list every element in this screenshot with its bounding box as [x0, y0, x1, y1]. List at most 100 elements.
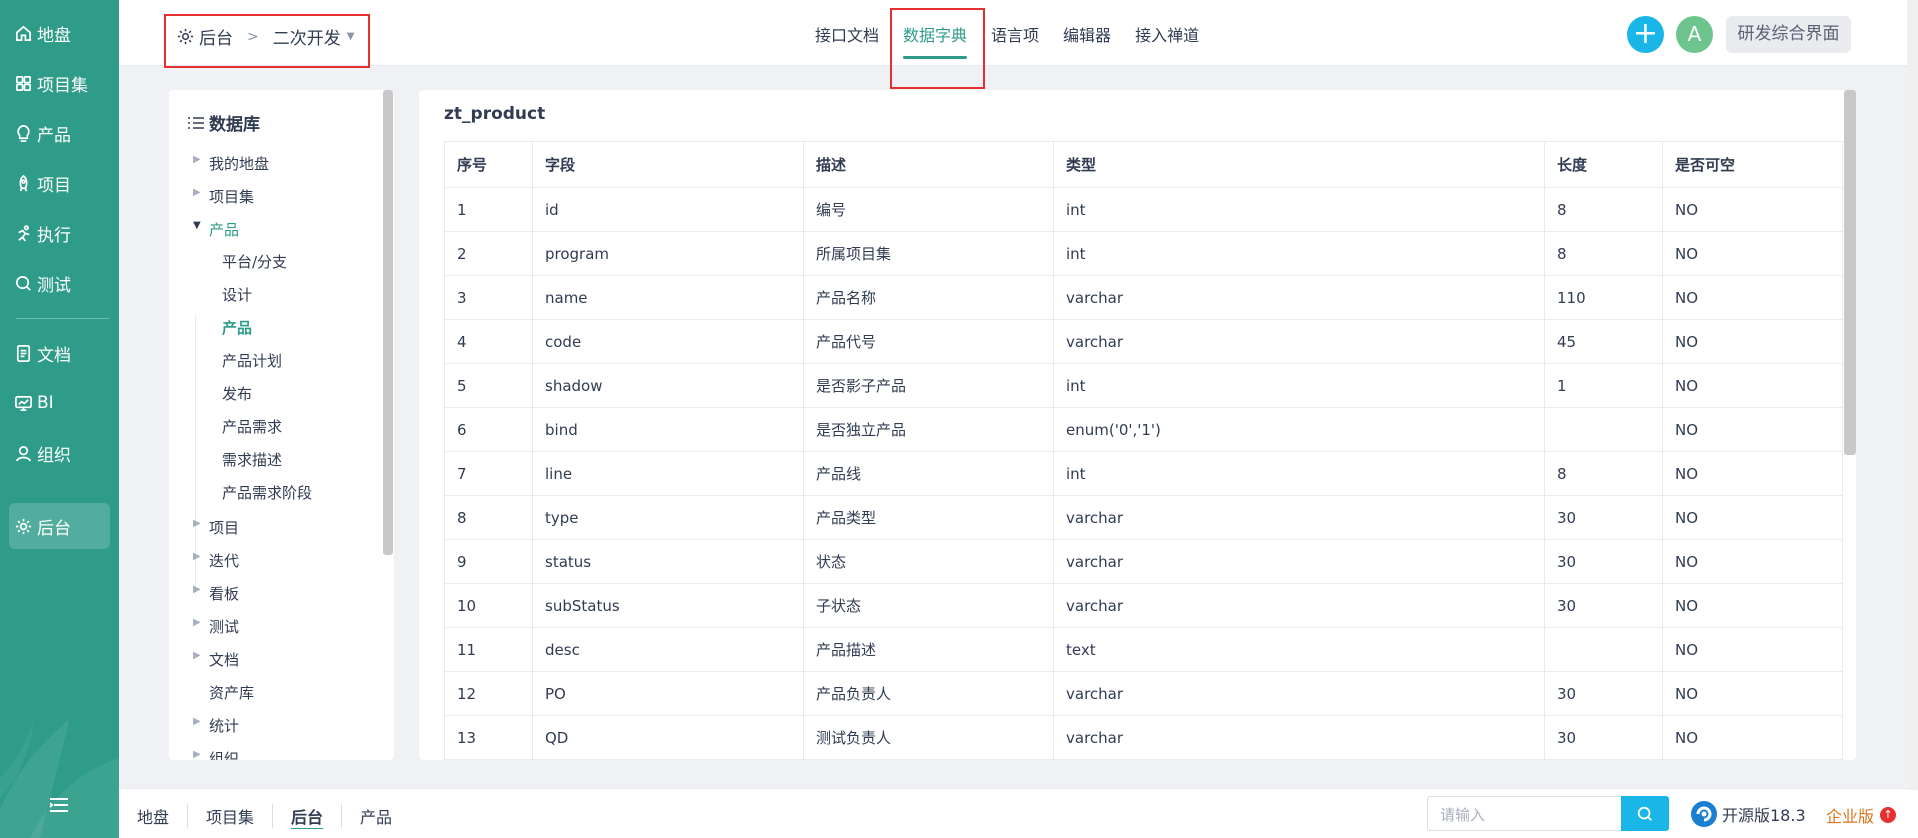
tree-item-label: 资产库: [209, 684, 255, 702]
table-row: 5 shadow 是否影子产品 int 1 NO: [444, 363, 1843, 408]
tree-item-stats[interactable]: ▶ 统计: [193, 715, 239, 736]
table-row: 11 desc 产品描述 text NO: [444, 627, 1843, 672]
cell-field: status: [532, 539, 804, 584]
tree-item-story-spec[interactable]: 需求描述: [222, 449, 282, 470]
cell-description: 所属项目集: [803, 231, 1054, 276]
tree-title: 数据库: [187, 110, 260, 135]
caret-right-icon: ▶: [193, 749, 201, 760]
table-scrollbar[interactable]: [1844, 90, 1856, 455]
cell-field: bind: [532, 407, 804, 452]
cell-description: 发布负责人: [803, 759, 1054, 760]
table-row: 3 name 产品名称 varchar 110 NO: [444, 275, 1843, 320]
person-icon: [16, 445, 31, 461]
table-row: 4 code 产品代号 varchar 45 NO: [444, 319, 1843, 364]
cell-nullable: NO: [1662, 627, 1843, 672]
breadcrumb-current[interactable]: 二次开发: [273, 24, 341, 49]
page-scrollbar[interactable]: [1907, 0, 1918, 790]
cell-description: 子状态: [803, 583, 1054, 628]
search-input[interactable]: 请输入: [1427, 796, 1621, 831]
workbench-switch-button[interactable]: 研发综合界面: [1726, 16, 1851, 53]
tree-item-product-active[interactable]: 产品: [222, 317, 252, 338]
cell-nullable: NO: [1662, 187, 1843, 232]
cell-nullable: NO: [1662, 495, 1843, 540]
nav-item-product[interactable]: 产品: [14, 120, 71, 146]
nav-item-programs[interactable]: 项目集: [14, 70, 88, 96]
cell-type: varchar: [1053, 583, 1545, 628]
tree-item-product-plan[interactable]: 产品计划: [222, 350, 282, 371]
tree-item-project[interactable]: ▶ 项目: [193, 517, 240, 538]
gear-icon: [177, 28, 194, 45]
nav-item-admin[interactable]: 后台: [14, 513, 71, 539]
tree-scrollbar[interactable]: [383, 90, 393, 555]
search-icon: [1637, 806, 1652, 821]
footer-crumb-admin[interactable]: 后台: [272, 804, 341, 828]
menu-toggle-icon[interactable]: [48, 795, 70, 815]
tab-editor[interactable]: 编辑器: [1063, 22, 1111, 46]
cell-length: 30: [1544, 715, 1663, 760]
nav-item-org[interactable]: 组织: [14, 440, 71, 466]
tree-item-iteration[interactable]: ▶ 迭代: [193, 550, 239, 571]
avatar[interactable]: A: [1676, 16, 1713, 53]
footer-crumb-home[interactable]: 地盘: [137, 804, 187, 828]
edition-badge[interactable]: 开源版18.3: [1690, 800, 1806, 828]
caret-down-icon[interactable]: ▼: [347, 31, 355, 42]
tree-item-programs[interactable]: ▶ 项目集: [193, 186, 254, 207]
tree-item-story-stage[interactable]: 产品需求阶段: [222, 482, 312, 503]
nav-item-bi[interactable]: BI: [14, 390, 54, 416]
breadcrumb-root[interactable]: 后台: [199, 24, 233, 49]
bottom-bar: 地盘 项目集 后台 产品 请输入 开源版18.3 企业版 ↑: [119, 788, 1918, 838]
tree-item-asset-lib[interactable]: 资产库: [209, 682, 254, 703]
cell-length: 30: [1544, 495, 1663, 540]
tab-data-dictionary[interactable]: 数据字典: [903, 22, 968, 59]
edition-label: 开源版18.3: [1722, 806, 1806, 825]
list-icon: [188, 116, 204, 129]
tab-integrate-zentao[interactable]: 接入禅道: [1135, 22, 1199, 46]
top-header: 后台 > 二次开发 ▼ 接口文档 数据字典 语言项 编辑器 接入禅道 + A 研…: [119, 0, 1918, 66]
tree-item-release[interactable]: 发布: [222, 383, 252, 404]
running-icon: [18, 224, 30, 242]
top-tabs: 接口文档 数据字典 语言项 编辑器 接入禅道: [815, 22, 1223, 59]
cell-field: RD: [532, 759, 804, 760]
cell-type: varchar: [1053, 539, 1545, 584]
nav-item-home[interactable]: 地盘: [14, 20, 71, 46]
tab-language-items[interactable]: 语言项: [991, 22, 1039, 46]
cell-field: subStatus: [532, 583, 804, 628]
cell-type: text: [1053, 627, 1545, 672]
nav-item-doc[interactable]: 文档: [14, 340, 71, 366]
tree-item-doc[interactable]: ▶ 文档: [193, 649, 240, 670]
cell-nullable: NO: [1662, 759, 1843, 760]
tree-item-product-story[interactable]: 产品需求: [222, 416, 282, 437]
rocket-icon: [19, 174, 28, 191]
tree-item-label: 产品: [209, 221, 240, 239]
tab-api-docs[interactable]: 接口文档: [815, 22, 879, 46]
tree-item-platform-branch[interactable]: 平台/分支: [222, 251, 287, 272]
tree-item-label: 项目: [209, 519, 240, 537]
tree-item-design[interactable]: 设计: [222, 284, 252, 305]
tree-item-test[interactable]: ▶ 测试: [193, 616, 239, 637]
tree-item-my-home[interactable]: ▶ 我的地盘: [193, 153, 269, 174]
tree-item-product-group[interactable]: ▼ 产品: [193, 219, 240, 240]
footer-breadcrumb: 地盘 项目集 后台 产品: [137, 804, 410, 828]
table-row: 14RD发布负责人varchar30NO: [444, 759, 1843, 760]
nav-item-project[interactable]: 项目: [14, 170, 71, 196]
tree-item-org[interactable]: ▶ 组织: [193, 748, 239, 760]
tree-item-label: 文档: [209, 651, 240, 669]
table-header-row: 序号 字段 描述 类型 长度 是否可空: [444, 141, 1843, 188]
search-button[interactable]: [1621, 796, 1669, 831]
enterprise-upgrade-link[interactable]: 企业版 ↑: [1826, 803, 1897, 827]
enterprise-label: 企业版: [1826, 807, 1875, 826]
cell-description: 产品负责人: [803, 671, 1054, 716]
footer-crumb-programs[interactable]: 项目集: [187, 804, 272, 828]
home-icon: [15, 25, 32, 41]
nav-item-test[interactable]: 测试: [14, 270, 71, 296]
tree-item-label: 需求描述: [222, 451, 283, 469]
field-table: 序号 字段 描述 类型 长度 是否可空 1 id 编号 int 8 NO 2 program 所…: [444, 141, 1843, 760]
footer-crumb-product[interactable]: 产品: [341, 804, 410, 828]
create-button[interactable]: +: [1627, 16, 1664, 53]
cell-length: 110: [1544, 275, 1663, 320]
cell-type: int: [1053, 187, 1545, 232]
nav-item-execution[interactable]: 执行: [14, 220, 71, 246]
caret-right-icon: ▶: [193, 584, 201, 595]
cell-index: 7: [444, 451, 533, 496]
tree-item-kanban[interactable]: ▶ 看板: [193, 583, 239, 604]
